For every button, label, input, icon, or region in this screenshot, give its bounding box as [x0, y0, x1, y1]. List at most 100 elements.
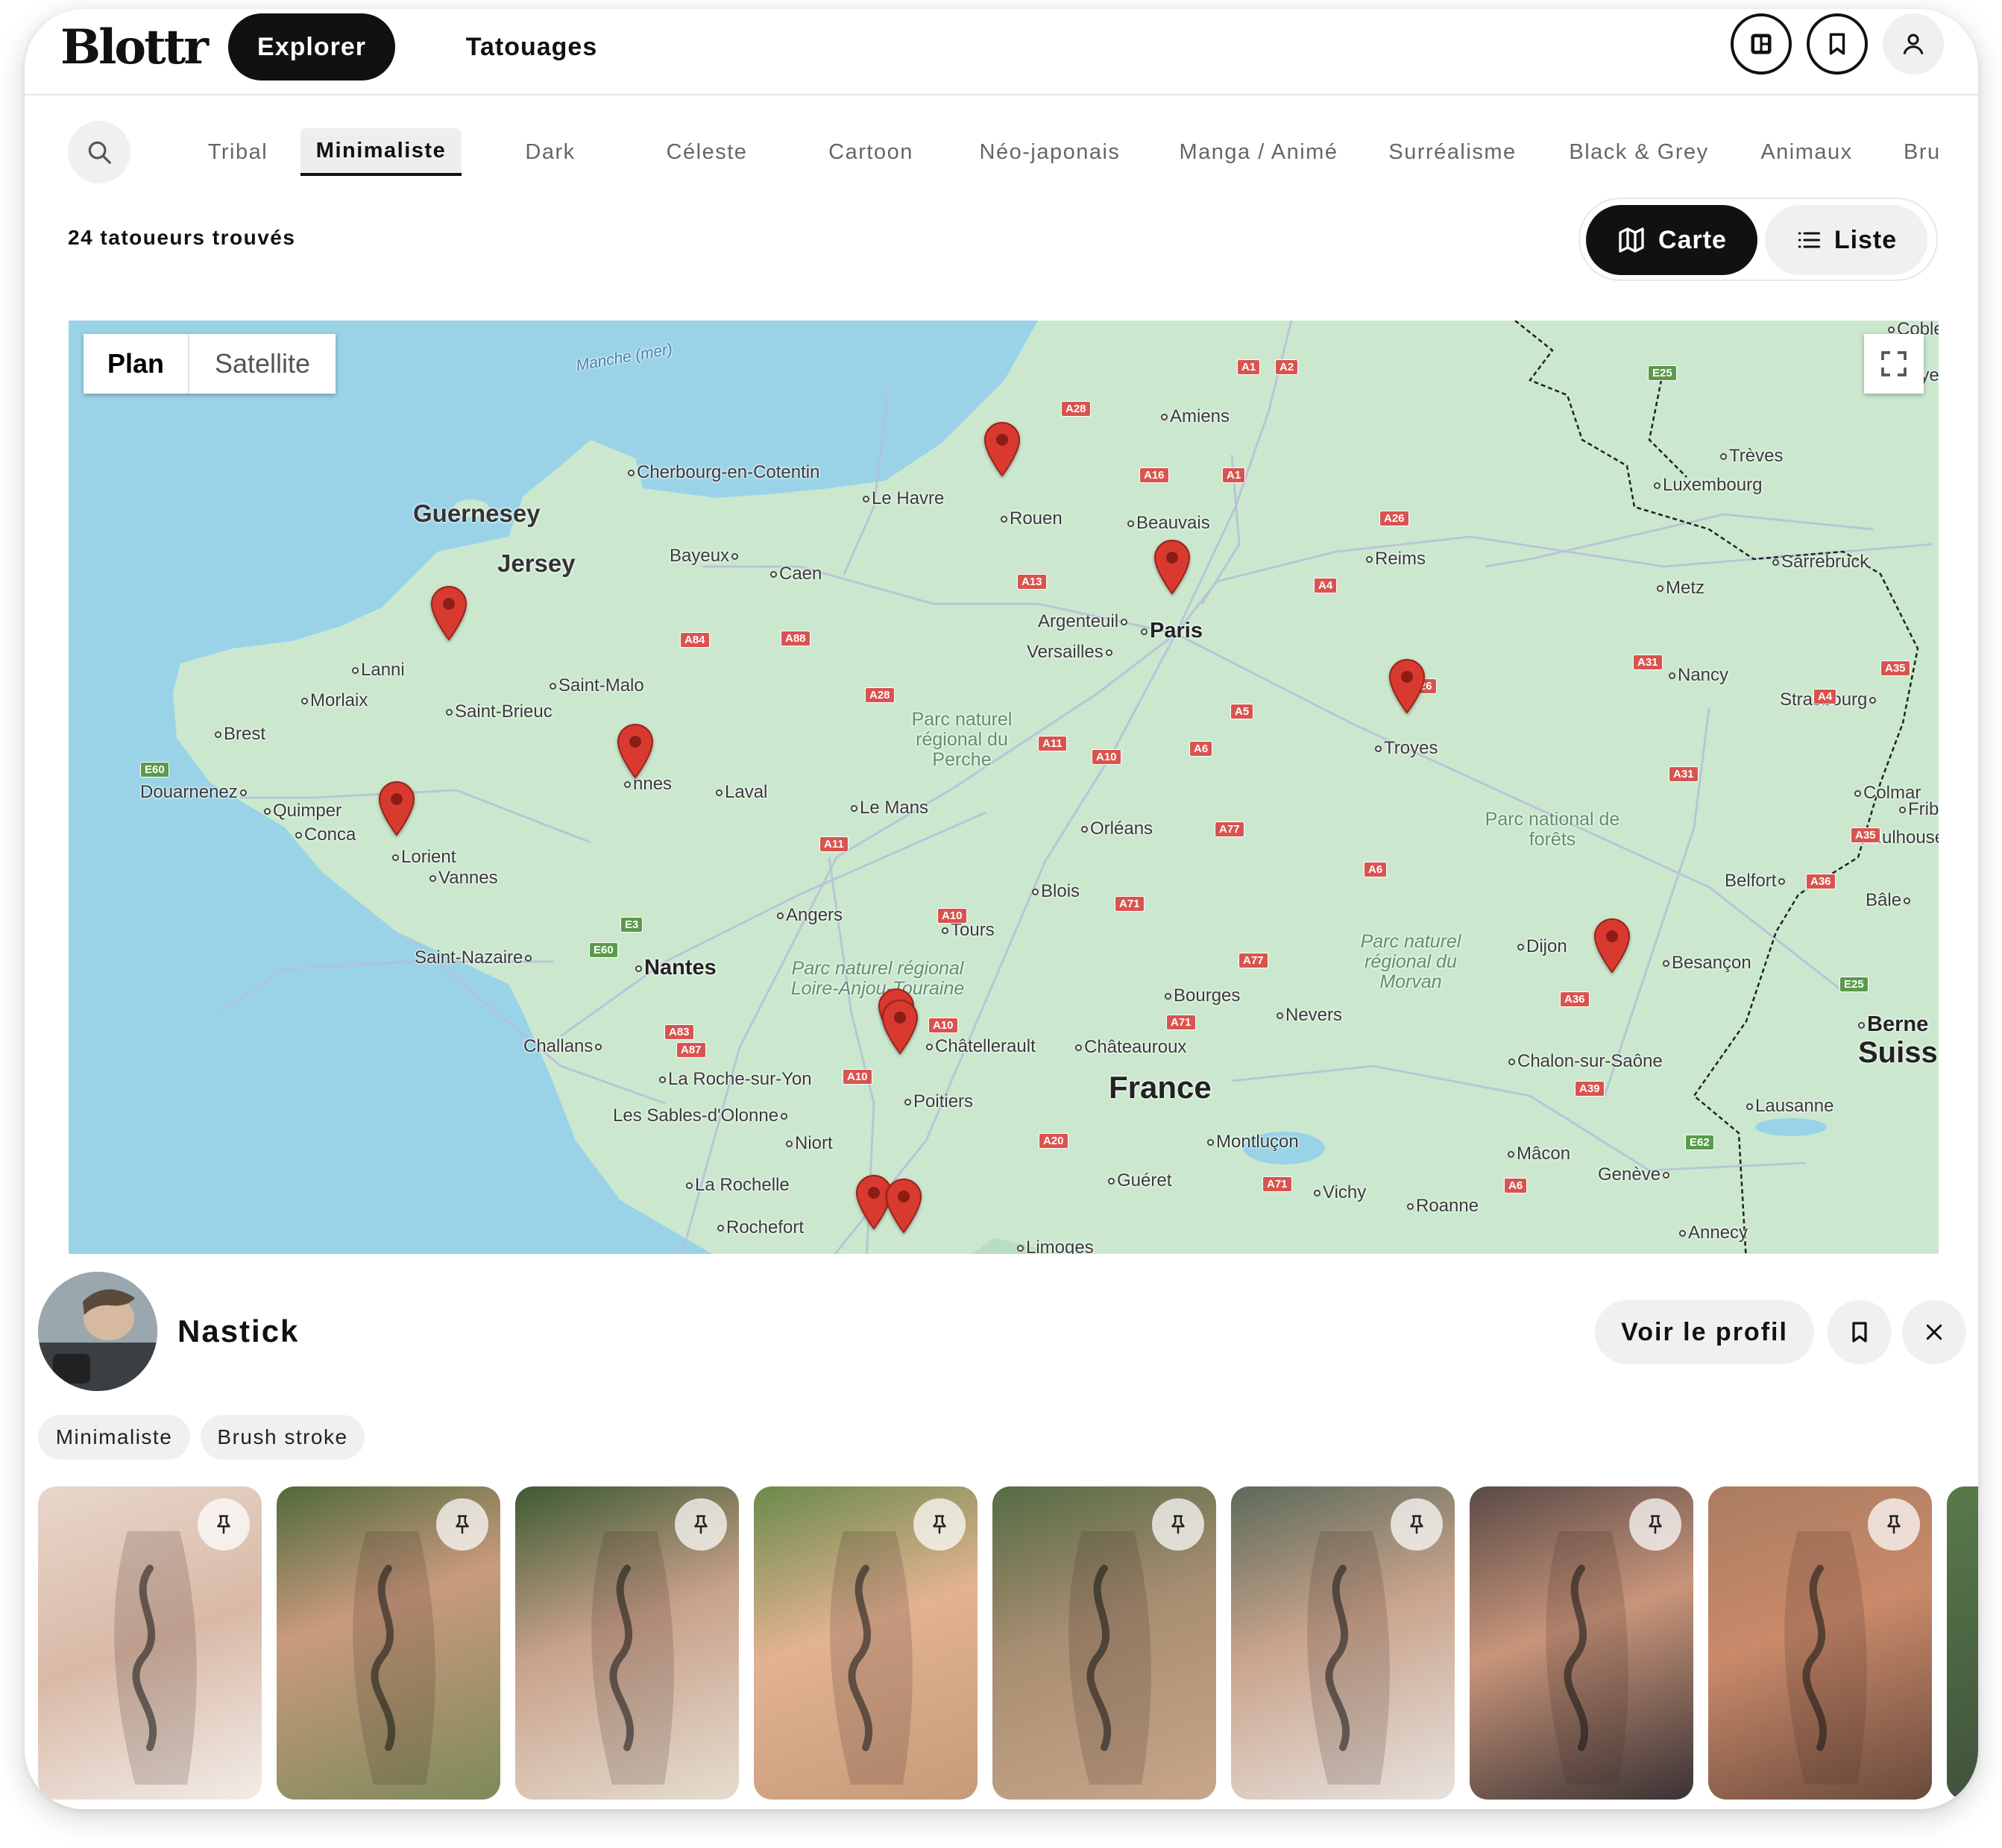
map-pin-icon[interactable] [377, 780, 417, 836]
city-dot-icon [1121, 619, 1128, 626]
nav-tatouages[interactable]: Tatouages [420, 13, 643, 81]
road-badge: A6 [1189, 741, 1213, 757]
category-tribal[interactable]: Tribal [172, 128, 303, 176]
city-dot-icon [1081, 826, 1088, 833]
nav-explorer[interactable]: Explorer [228, 13, 395, 81]
tattoo-thumbnail[interactable] [992, 1486, 1216, 1800]
map-pin-icon[interactable] [1387, 657, 1427, 714]
category-surrealisme[interactable]: Surréalisme [1363, 128, 1542, 176]
road-badge: A36 [1560, 991, 1590, 1007]
tattoo-thumbnail[interactable] [1947, 1486, 1978, 1800]
app-window: Blottr Explorer Tatouages Tribal Minimal… [25, 9, 1978, 1809]
map-pin-icon[interactable] [982, 420, 1022, 477]
layout-icon [1751, 34, 1772, 54]
category-dark[interactable]: Dark [494, 128, 606, 176]
avatar-photo [38, 1272, 157, 1391]
pin-button[interactable] [198, 1498, 250, 1551]
category-brush[interactable]: Bru [1904, 128, 1978, 176]
tattoo-thumbnail[interactable] [1708, 1486, 1932, 1800]
city-dot-icon [628, 470, 635, 477]
road-badge: A11 [819, 836, 849, 852]
layout-button[interactable] [1731, 13, 1792, 75]
artist-panel: Nastick Voir le profil Minimaliste Brush… [25, 1254, 1978, 1809]
map-city-label: Nancy [1669, 665, 1728, 686]
map-pin-icon[interactable] [1592, 917, 1632, 974]
tattoo-thumbnail[interactable] [754, 1486, 978, 1800]
close-panel-button[interactable] [1902, 1300, 1966, 1364]
avatar[interactable] [38, 1272, 157, 1391]
pin-button[interactable] [1629, 1498, 1681, 1551]
city-dot-icon [635, 965, 642, 972]
road-badge: A6 [1364, 862, 1388, 877]
city-dot-icon [777, 912, 784, 920]
map-city-label: Angers [777, 905, 843, 926]
city-dot-icon [770, 571, 777, 578]
category-manga-anime[interactable]: Manga / Animé [1158, 128, 1359, 176]
pin-icon [456, 1515, 469, 1534]
bookmarks-button[interactable] [1807, 13, 1868, 75]
road-badge: A28 [1061, 401, 1091, 417]
category-animaux[interactable]: Animaux [1740, 128, 1874, 176]
tattoo-thumbnail[interactable] [515, 1486, 739, 1800]
category-minimaliste[interactable]: Minimaliste [300, 128, 462, 176]
view-map-button[interactable]: Carte [1586, 205, 1757, 275]
map-city-label: Les Sables-d'Olonne [613, 1106, 788, 1126]
account-button[interactable] [1883, 13, 1944, 75]
city-dot-icon [1017, 1245, 1024, 1252]
view-list-button[interactable]: Liste [1765, 205, 1927, 275]
city-dot-icon [1669, 672, 1675, 680]
tattoo-photo [1947, 1486, 1978, 1800]
map-pin-icon[interactable] [429, 584, 469, 641]
map-type-control: Plan Satellite [84, 334, 336, 394]
map-city-label: Brest [215, 724, 265, 745]
map-city-label: Guéret [1108, 1170, 1171, 1191]
map-pin-icon[interactable] [1152, 538, 1192, 595]
category-black-grey[interactable]: Black & Grey [1546, 128, 1732, 176]
map-city-label: Saint-Brieuc [446, 701, 553, 722]
map-pin-icon[interactable] [880, 998, 920, 1055]
map-icon [1619, 227, 1644, 253]
park-label: Parc national de forêts [1485, 809, 1620, 850]
city-dot-icon [1663, 1172, 1670, 1179]
category-neo-japonais[interactable]: Néo-japonais [964, 128, 1136, 176]
tattoo-thumbnail[interactable] [1231, 1486, 1455, 1800]
pin-button[interactable] [913, 1498, 966, 1551]
road-badge: A10 [937, 908, 967, 924]
map-city-label: Fribo [1899, 799, 1939, 820]
map[interactable]: Manche (mer) Guernesey Jersey France Suiss Am… [69, 321, 1939, 1261]
tattoo-thumbnail[interactable] [38, 1486, 262, 1800]
fullscreen-button[interactable] [1864, 334, 1924, 394]
logo[interactable]: Blottr [60, 19, 209, 75]
map-city-label: Laval [716, 782, 767, 803]
pin-button[interactable] [675, 1498, 727, 1551]
artist-name[interactable]: Nastick [177, 1314, 299, 1349]
map-city-label: Beauvais [1127, 513, 1210, 534]
city-dot-icon [1375, 745, 1382, 753]
map-city-label: Vannes [429, 868, 498, 889]
pin-button[interactable] [1868, 1498, 1920, 1551]
map-type-satellite[interactable]: Satellite [188, 334, 336, 394]
road-badge: A36 [1806, 874, 1836, 889]
map-pin-icon[interactable] [615, 722, 655, 779]
pin-button[interactable] [436, 1498, 488, 1551]
map-city-label: Rouen [1001, 508, 1063, 529]
pin-button[interactable] [1152, 1498, 1204, 1551]
map-type-plan[interactable]: Plan [84, 334, 188, 394]
tattoo-thumbnail[interactable] [277, 1486, 500, 1800]
category-cartoon[interactable]: Cartoon [804, 128, 938, 176]
map-pin-icon[interactable] [884, 1177, 924, 1234]
pin-button[interactable] [1391, 1498, 1443, 1551]
city-dot-icon [215, 731, 221, 739]
road-badge: A20 [1039, 1133, 1068, 1149]
view-profile-button[interactable]: Voir le profil [1595, 1300, 1814, 1364]
category-celeste[interactable]: Céleste [643, 128, 770, 176]
save-artist-button[interactable] [1828, 1300, 1892, 1364]
map-city-label: Poitiers [904, 1091, 973, 1112]
tattoo-thumbnail[interactable] [1470, 1486, 1693, 1800]
city-dot-icon [525, 955, 532, 962]
city-dot-icon [1869, 697, 1877, 704]
city-dot-icon [716, 789, 723, 797]
category-search-button[interactable] [68, 121, 130, 183]
road-badge: A84 [680, 632, 710, 648]
road-badge: E3 [620, 917, 643, 933]
